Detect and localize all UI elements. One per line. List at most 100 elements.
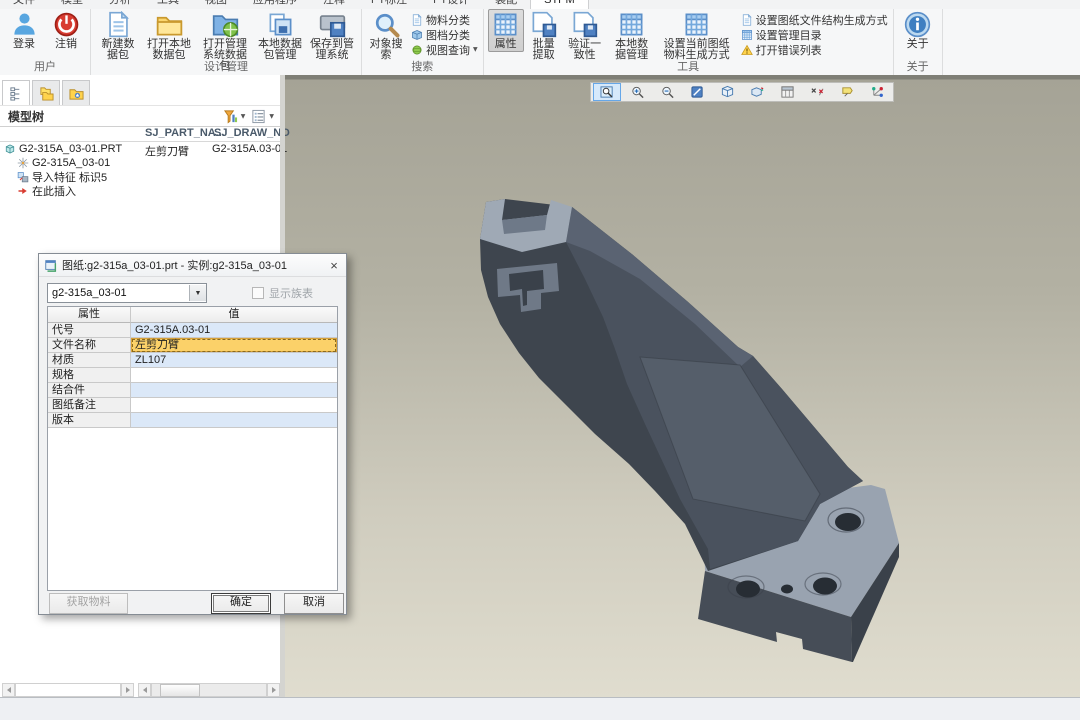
properties-table: 属性 值 代号 G2-315A.03-01 文件名称 左剪刀臂 材质 ZL107… [47, 306, 338, 591]
checkbox-box[interactable] [252, 287, 264, 299]
column-header-draw-no[interactable]: SJ_DRAW_NO [214, 127, 290, 139]
value-material[interactable]: ZL107 [131, 353, 337, 368]
tree-scroll-track[interactable] [15, 683, 121, 697]
folder-star-icon [69, 86, 84, 101]
tab-stpm[interactable]: STPM [530, 0, 589, 9]
get-material-button[interactable]: 获取物料 [49, 593, 128, 614]
refit-zoom-button[interactable] [593, 83, 621, 101]
instance-combobox[interactable]: g2-315a_03-01 ▼ [47, 283, 207, 303]
tab-file[interactable]: 文件 [0, 0, 48, 9]
favorites-tab[interactable] [62, 80, 90, 105]
tree-filter-button[interactable]: ▼ [223, 109, 246, 124]
view-manager-button[interactable] [773, 83, 801, 101]
grid-icon [741, 29, 753, 41]
folder-browser-tab[interactable] [32, 80, 60, 105]
graphics-viewport[interactable] [285, 75, 1080, 697]
tab-model[interactable]: 模型 [48, 0, 96, 9]
open-error-list-button[interactable]: 打开错误列表 [741, 42, 888, 57]
model-tree-header: 模型树 ▼ ▼ [0, 105, 280, 127]
graphics-toolbar [590, 82, 894, 102]
set-mgmt-directory-button[interactable]: 设置管理目录 [741, 27, 888, 42]
chevron-down-icon: ▼ [195, 290, 202, 297]
group-label-tools: 工具 [487, 61, 890, 74]
spin-center-button[interactable] [863, 83, 891, 101]
display-style-button[interactable] [713, 83, 741, 101]
value-joint[interactable] [131, 383, 337, 398]
close-icon[interactable]: × [324, 256, 344, 274]
view-query-button[interactable]: 视图查询 ▼ [411, 42, 478, 57]
table-row-material[interactable]: 材质 ZL107 [48, 353, 337, 368]
tab-tools[interactable]: 工具 [144, 0, 192, 9]
ribbon-group-user: 登录 注销 用户 [0, 9, 91, 75]
tree-row-import-feature[interactable]: 导入特征 标识5 [0, 170, 280, 184]
login-button[interactable]: 登录 [4, 9, 44, 52]
zoom-out-button[interactable] [653, 83, 681, 101]
properties-button[interactable]: 属性 [488, 9, 524, 52]
warning-icon [741, 44, 753, 56]
datum-display-button[interactable] [803, 83, 831, 101]
combobox-drop-button[interactable]: ▼ [189, 285, 206, 301]
repaint-button[interactable] [683, 83, 711, 101]
tree-row-insert-here[interactable]: 在此插入 [0, 184, 280, 198]
doc-classify-button[interactable]: 图档分类 [411, 27, 478, 42]
set-structure-mode-button[interactable]: 设置图纸文件结构生成方式 [741, 12, 888, 27]
panel-scrollbars [0, 683, 280, 697]
tree-icon [9, 86, 24, 101]
list-settings-icon [251, 109, 266, 124]
tab-applications[interactable]: 应用程序 [240, 0, 310, 9]
verify-consistency-button[interactable]: 验证一致性 [564, 9, 606, 63]
scroll-thumb[interactable] [160, 684, 200, 697]
cancel-button[interactable]: 取消 [284, 593, 344, 614]
tab-analysis[interactable]: 分析 [96, 0, 144, 9]
scroll-right-button[interactable] [121, 683, 134, 697]
columns-scroll-track[interactable] [151, 683, 267, 697]
tree-row-csys[interactable]: G2-315A_03-01 [0, 156, 280, 170]
value-spec[interactable] [131, 368, 337, 383]
table-row-drawing-note[interactable]: 图纸备注 [48, 398, 337, 413]
show-family-table-checkbox[interactable]: 显示族表 [252, 285, 313, 301]
save-to-mgmt-button[interactable]: 保存到管理系统 [307, 9, 357, 63]
about-button[interactable]: 关于 [898, 9, 938, 52]
value-version[interactable] [131, 413, 337, 428]
table-row-code[interactable]: 代号 G2-315A.03-01 [48, 323, 337, 338]
object-search-button[interactable]: 对象搜索 [366, 9, 406, 63]
new-package-button[interactable]: 新建数据包 [95, 9, 141, 63]
tree-row-root[interactable]: G2-315A_03-01.PRT 左剪刀臂 G2-315A.03-01 [0, 142, 280, 156]
table-row-joint[interactable]: 结合件 [48, 383, 337, 398]
set-current-drawing-mode-button[interactable]: 设置当前图纸物料生成方式 [658, 9, 736, 63]
model-tree-tab[interactable] [2, 80, 30, 105]
column-header-part-name[interactable]: SJ_PART_NA... [145, 127, 225, 139]
batch-extract-button[interactable]: 批量提取 [526, 9, 562, 63]
material-classify-button[interactable]: 物料分类 [411, 12, 478, 27]
search-icon [373, 11, 400, 38]
ok-button[interactable]: 确定 [211, 593, 271, 614]
table-row-spec[interactable]: 规格 [48, 368, 337, 383]
dialog-titlebar[interactable]: 图纸:g2-315a_03-01.prt - 实例:g2-315a_03-01 … [39, 254, 346, 277]
tab-pt-design[interactable]: PT设计 [420, 0, 482, 9]
table-row-version[interactable]: 版本 [48, 413, 337, 428]
tab-view[interactable]: 视图 [192, 0, 240, 9]
value-filename-selected[interactable]: 左剪刀臂 [131, 338, 337, 353]
scroll-left-button[interactable] [2, 683, 15, 697]
annotation-tag-icon [840, 85, 855, 99]
table-header-row: 属性 值 [48, 307, 337, 323]
table-row-filename[interactable]: 文件名称 左剪刀臂 [48, 338, 337, 353]
columns-scroll-right-button[interactable] [267, 683, 280, 697]
value-code[interactable]: G2-315A.03-01 [131, 323, 337, 338]
zoom-out-icon [660, 85, 675, 99]
zoom-in-button[interactable] [623, 83, 651, 101]
tab-annotate[interactable]: 注释 [310, 0, 358, 9]
annotation-display-button[interactable] [833, 83, 861, 101]
tree-settings-button[interactable]: ▼ [251, 109, 274, 124]
columns-scroll-left-button[interactable] [138, 683, 151, 697]
logout-button[interactable]: 注销 [46, 9, 86, 52]
open-local-package-button[interactable]: 打开本地数据包 [143, 9, 195, 63]
checkbox-label: 显示族表 [269, 285, 313, 301]
local-package-mgmt-button[interactable]: 本地数据包管理 [255, 9, 305, 63]
tab-assembly[interactable]: 装配 [482, 0, 530, 9]
saved-orientations-button[interactable] [743, 83, 771, 101]
local-data-mgmt-button[interactable]: 本地数据管理 [608, 9, 656, 63]
folders-icon [39, 86, 54, 101]
tab-pt-annotate[interactable]: PT标注 [358, 0, 420, 9]
value-drawing-note[interactable] [131, 398, 337, 413]
